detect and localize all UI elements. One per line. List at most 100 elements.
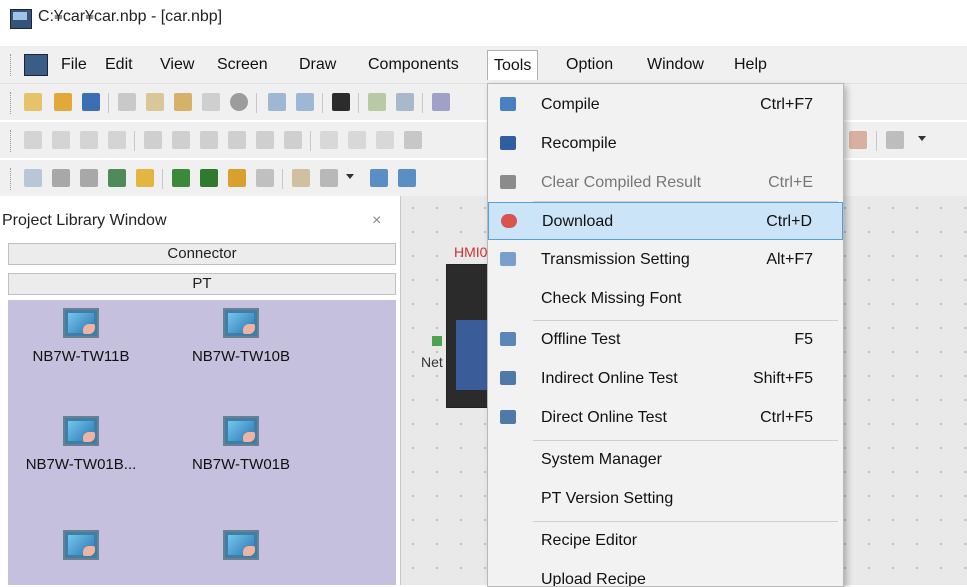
menu-item-direct-online-test[interactable]: Direct Online Test Ctrl+F5 (488, 399, 843, 437)
menubar-grip[interactable] (10, 54, 14, 76)
menu-window[interactable]: Window (647, 56, 704, 74)
toolbar-grip[interactable] (10, 92, 14, 114)
device-item[interactable] (16, 530, 146, 560)
redo-icon[interactable] (296, 93, 314, 111)
menu-item-indirect-online-test[interactable]: Indirect Online Test Shift+F5 (488, 360, 843, 398)
device-item[interactable] (176, 530, 306, 560)
network-icon[interactable] (432, 336, 442, 346)
menu-item-offline-test[interactable]: Offline Test F5 (488, 321, 843, 359)
menu-item-check-missing-font[interactable]: Check Missing Font (488, 280, 843, 318)
delete-icon[interactable] (230, 93, 248, 111)
group-connector[interactable]: Connector (8, 243, 396, 265)
device-item[interactable]: NB7W-TW01B... (16, 416, 146, 473)
tools-menu: Compile Ctrl+F7 Recompile Clear Compiled… (487, 83, 844, 587)
chevron-down-icon[interactable] (918, 136, 926, 141)
menu-item-label: Download (542, 213, 614, 230)
title-bar: C:¥car¥car.nbp - [car.nbp] (0, 0, 967, 36)
pt-device-icon (63, 416, 99, 446)
close-icon[interactable]: × (372, 212, 381, 230)
print-preview-icon[interactable] (368, 93, 386, 111)
object-icon[interactable] (320, 169, 338, 187)
toolbar-separator (282, 169, 283, 189)
find-icon[interactable] (332, 93, 350, 111)
align-right-icon[interactable] (52, 131, 70, 149)
same-width-icon[interactable] (320, 131, 338, 149)
device-item[interactable]: NB7W-TW10B (176, 308, 306, 365)
music-icon[interactable] (228, 169, 246, 187)
order-icon[interactable] (256, 131, 274, 149)
menu-item-label: System Manager (541, 451, 662, 468)
panel-title: Project Library Window (2, 212, 167, 229)
menu-item-transmission-setting[interactable]: Transmission Setting Alt+F7 (488, 241, 843, 279)
duplicate-icon[interactable] (202, 93, 220, 111)
toolbar-separator (134, 131, 135, 151)
download-icon (501, 214, 517, 228)
copy-icon[interactable] (146, 93, 164, 111)
device-item[interactable]: NB7W-TW01B (176, 416, 306, 473)
paste-icon[interactable] (174, 93, 192, 111)
compile-icon[interactable] (370, 169, 388, 187)
device-item[interactable]: NB7W-TW11B (16, 308, 146, 365)
menu-item-shortcut: Ctrl+E (768, 174, 813, 191)
menu-components[interactable]: Components (368, 56, 459, 74)
menu-item-recompile[interactable]: Recompile (488, 125, 843, 163)
center-icon[interactable] (200, 131, 218, 149)
object-icon[interactable] (256, 169, 274, 187)
cut-icon[interactable] (118, 93, 136, 111)
group-pt[interactable]: PT (8, 273, 396, 295)
menu-item-label: Offline Test (541, 331, 621, 348)
order-icon[interactable] (284, 131, 302, 149)
pt-device-icon (63, 530, 99, 560)
print-icon[interactable] (396, 93, 414, 111)
menu-item-pt-version-setting[interactable]: PT Version Setting (488, 480, 843, 518)
toolbar-separator (358, 93, 359, 113)
menu-view[interactable]: View (160, 56, 194, 74)
pt-device-icon (223, 530, 259, 560)
menu-tools[interactable]: Tools (487, 50, 539, 80)
menu-option[interactable]: Option (566, 56, 613, 74)
object-icon[interactable] (80, 169, 98, 187)
lock-icon[interactable] (886, 131, 904, 149)
open-icon[interactable] (54, 93, 72, 111)
rotate-icon[interactable] (849, 131, 867, 149)
group-icon[interactable] (404, 131, 422, 149)
menu-item-upload-recipe[interactable]: Upload Recipe (488, 561, 843, 586)
object-icon[interactable] (24, 169, 42, 187)
menu-item-clear-compiled-result[interactable]: Clear Compiled Result Ctrl+E (488, 164, 843, 202)
center-icon[interactable] (228, 131, 246, 149)
align-top-icon[interactable] (80, 131, 98, 149)
object-icon[interactable] (292, 169, 310, 187)
chevron-down-icon[interactable] (346, 174, 354, 179)
save-icon[interactable] (82, 93, 100, 111)
distribute-icon[interactable] (172, 131, 190, 149)
object-icon[interactable] (172, 169, 190, 187)
screen-icon[interactable] (432, 93, 450, 111)
menu-item-system-manager[interactable]: System Manager (488, 441, 843, 479)
same-height-icon[interactable] (348, 131, 366, 149)
menu-item-label: Clear Compiled Result (541, 174, 702, 191)
menu-edit[interactable]: Edit (105, 56, 133, 74)
recompile-icon[interactable] (398, 169, 416, 187)
menu-screen[interactable]: Screen (217, 56, 268, 74)
menu-draw[interactable]: Draw (299, 56, 336, 74)
align-left-icon[interactable] (24, 131, 42, 149)
compile-icon (500, 97, 516, 111)
same-size-icon[interactable] (376, 131, 394, 149)
menu-item-download[interactable]: Download Ctrl+D (488, 202, 843, 240)
menu-item-compile[interactable]: Compile Ctrl+F7 (488, 86, 843, 124)
undo-icon[interactable] (268, 93, 286, 111)
align-bottom-icon[interactable] (108, 131, 126, 149)
menu-item-recipe-editor[interactable]: Recipe Editor (488, 522, 843, 560)
object-icon[interactable] (200, 169, 218, 187)
menu-help[interactable]: Help (734, 56, 767, 74)
document-icon[interactable] (24, 54, 48, 76)
toolbar-grip[interactable] (10, 168, 14, 190)
menu-file[interactable]: File (61, 56, 87, 74)
object-icon[interactable] (108, 169, 126, 187)
object-icon[interactable] (136, 169, 154, 187)
distribute-icon[interactable] (144, 131, 162, 149)
object-icon[interactable] (52, 169, 70, 187)
toolbar-grip[interactable] (10, 130, 14, 152)
new-icon[interactable] (24, 93, 42, 111)
recompile-icon (500, 136, 516, 150)
